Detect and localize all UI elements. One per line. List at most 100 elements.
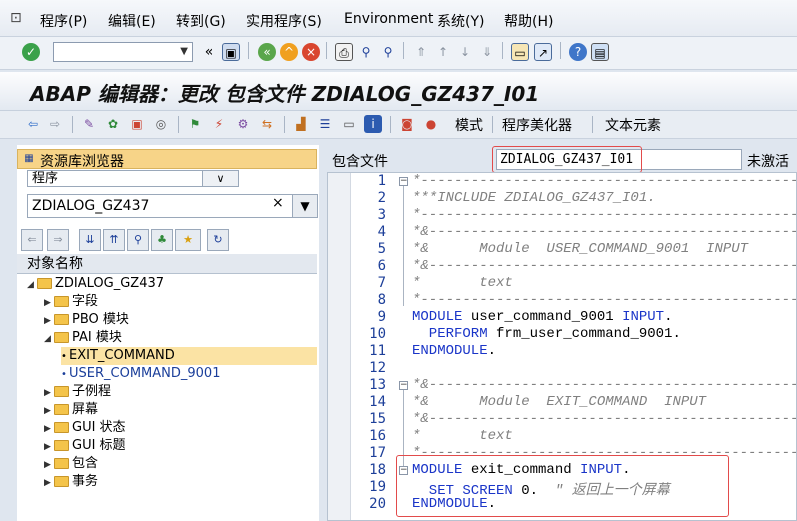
folder-open-icon xyxy=(54,332,69,343)
refresh-icon[interactable]: ↻ xyxy=(207,229,229,251)
menu-help[interactable]: 帮助(H) xyxy=(504,11,553,31)
help-icon[interactable]: ? xyxy=(569,43,587,61)
shortcut-icon[interactable]: ↗ xyxy=(534,43,552,61)
next-object-icon[interactable]: ⇒ xyxy=(47,229,69,251)
first-page-icon[interactable]: ⇑ xyxy=(412,43,430,61)
code-line: *&--------------------------------------… xyxy=(412,224,796,240)
cancel-icon[interactable]: × xyxy=(302,43,320,61)
back-arrow-icon[interactable]: ⇦ xyxy=(24,115,42,133)
object-name-input[interactable]: ZDIALOG_GZ437 xyxy=(27,194,307,218)
back-icon[interactable]: « xyxy=(258,43,276,61)
display-change-icon[interactable]: ✎ xyxy=(80,115,98,133)
info-icon[interactable]: i xyxy=(364,115,382,133)
object-list-icon[interactable]: ▟ xyxy=(292,115,310,133)
syntax-check-icon[interactable]: ◎ xyxy=(152,115,170,133)
fold-toggle-icon[interactable]: − xyxy=(399,381,408,390)
tree-node-pbo-modules[interactable]: ▶ PBO 模块 xyxy=(44,311,129,329)
collapsed-arrow-icon[interactable]: ▶ xyxy=(44,420,54,438)
tree-node-pai-modules[interactable]: ◢ PAI 模块 xyxy=(44,329,122,347)
tree-node-gui-status[interactable]: ▶ GUI 状态 xyxy=(44,419,126,437)
forward-arrow-icon[interactable]: ⇨ xyxy=(46,115,64,133)
test-icon[interactable]: ⚙ xyxy=(234,115,252,133)
bullet-icon: • xyxy=(61,351,67,362)
clear-icon[interactable]: × xyxy=(272,195,284,211)
activate-icon[interactable]: ⚡ xyxy=(210,115,228,133)
menu-options-icon[interactable]: ⊡ xyxy=(10,10,22,26)
text-elements-button[interactable]: 文本元素 xyxy=(605,115,661,135)
session-breakpoint-icon[interactable]: ● xyxy=(422,115,440,133)
repository-browser-header[interactable]: ▦ 资源库浏览器 xyxy=(17,149,317,170)
expand-icon[interactable]: ⇊ xyxy=(79,229,101,251)
collapsed-arrow-icon[interactable]: ▶ xyxy=(44,294,54,312)
tree-node-subroutines[interactable]: ▶ 子例程 xyxy=(44,383,111,401)
code-comment: ***INCLUDE ZDIALOG_GZ437_I01. xyxy=(412,190,656,206)
tree-node-program[interactable]: ◢ ZDIALOG_GZ437 xyxy=(27,275,164,293)
code-text: frm_user_command_9001. xyxy=(487,326,681,342)
tree-node-screens[interactable]: ▶ 屏幕 xyxy=(44,401,98,419)
breakpoint-icon[interactable]: ◙ xyxy=(398,115,416,133)
new-session-icon[interactable]: ▭ xyxy=(511,43,529,61)
object-name-display-button[interactable]: ▼ xyxy=(292,194,318,218)
enter-check-icon[interactable]: ✓ xyxy=(22,43,40,61)
object-type-dropdown-button[interactable]: ∨ xyxy=(202,170,239,187)
find-in-tree-icon[interactable]: ⚲ xyxy=(127,229,149,251)
chevron-down-icon: ∨ xyxy=(216,172,225,185)
exit-command-module-highlight xyxy=(396,455,729,517)
where-used-icon[interactable]: ⇆ xyxy=(258,115,276,133)
active-inactive-icon[interactable]: ✿ xyxy=(104,115,122,133)
collapsed-arrow-icon[interactable]: ▶ xyxy=(44,402,54,420)
code-editor[interactable]: 1− *-------------------------------------… xyxy=(327,172,797,521)
navigation-window-icon[interactable]: ☰ xyxy=(316,115,334,133)
tree-node-gui-title[interactable]: ▶ GUI 标题 xyxy=(44,437,126,455)
next-page-icon[interactable]: ↓ xyxy=(456,43,474,61)
line-number: 17 xyxy=(369,445,386,461)
command-field[interactable]: ▼ xyxy=(53,42,193,62)
collapsed-arrow-icon[interactable]: ▶ xyxy=(44,384,54,402)
code-line: *&--------------------------------------… xyxy=(412,258,796,274)
find-icon[interactable]: ⚲ xyxy=(357,43,375,61)
check-icon[interactable]: ⚑ xyxy=(186,115,204,133)
object-name-column-header: 对象名称 xyxy=(17,254,317,274)
tree-node-fields[interactable]: ▶ 字段 xyxy=(44,293,98,311)
collapse-arrows-icon[interactable]: « xyxy=(200,43,218,61)
tree-node-includes[interactable]: ▶ 包含 xyxy=(44,455,98,473)
code-line: *---------------------------------------… xyxy=(412,292,796,308)
pretty-printer-button[interactable]: 程序美化器 xyxy=(502,115,572,135)
tree-node-user-command-9001[interactable]: • USER_COMMAND_9001 xyxy=(61,365,220,383)
fold-toggle-icon[interactable]: − xyxy=(399,177,408,186)
last-page-icon[interactable]: ⇓ xyxy=(478,43,496,61)
tree-node-transactions[interactable]: ▶ 事务 xyxy=(44,473,98,491)
collapse-icon[interactable]: ⇈ xyxy=(103,229,125,251)
find-next-icon[interactable]: ⚲ xyxy=(379,43,397,61)
hierarchy-icon[interactable]: ♣ xyxy=(151,229,173,251)
menu-environment[interactable]: Environment xyxy=(344,11,433,27)
fullscreen-icon[interactable]: ▭ xyxy=(340,115,358,133)
collapsed-arrow-icon[interactable]: ▶ xyxy=(44,312,54,330)
previous-object-icon[interactable]: ⇐ xyxy=(21,229,43,251)
layout-menu-icon[interactable]: ▤ xyxy=(591,43,609,61)
expanded-arrow-icon[interactable]: ◢ xyxy=(27,276,37,294)
collapsed-arrow-icon[interactable]: ▶ xyxy=(44,456,54,474)
menu-goto[interactable]: 转到(G) xyxy=(176,11,226,31)
mode-button[interactable]: 模式 xyxy=(455,115,483,135)
tree-node-exit-command[interactable]: • EXIT_COMMAND xyxy=(61,347,317,365)
collapsed-arrow-icon[interactable]: ▶ xyxy=(44,474,54,492)
expanded-arrow-icon[interactable]: ◢ xyxy=(44,330,54,348)
print-icon[interactable]: ⎙ xyxy=(335,43,353,61)
toolbar-separator xyxy=(178,116,179,133)
code-keyword: INPUT xyxy=(622,309,665,325)
code-text: . xyxy=(487,343,497,359)
other-object-icon[interactable]: ▣ xyxy=(128,115,146,133)
save-icon[interactable]: ▣ xyxy=(222,43,240,61)
menu-utilities[interactable]: 实用程序(S) xyxy=(246,11,322,31)
menu-edit[interactable]: 编辑(E) xyxy=(108,11,156,31)
collapsed-arrow-icon[interactable]: ▶ xyxy=(44,438,54,456)
folder-icon xyxy=(54,296,69,307)
previous-page-icon[interactable]: ↑ xyxy=(434,43,452,61)
menu-system[interactable]: 系统(Y) xyxy=(437,11,484,31)
exit-icon[interactable]: ^ xyxy=(280,43,298,61)
favorites-icon[interactable]: ★ xyxy=(175,229,201,251)
folder-open-icon xyxy=(37,278,52,289)
line-number: 4 xyxy=(377,224,386,240)
menu-program[interactable]: 程序(P) xyxy=(40,11,87,31)
